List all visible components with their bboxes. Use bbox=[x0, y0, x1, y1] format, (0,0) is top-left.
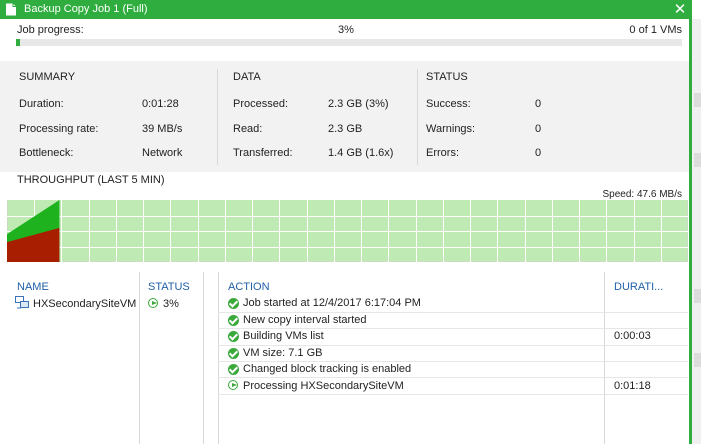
job-progress-bar bbox=[16, 39, 682, 46]
running-icon bbox=[228, 380, 238, 390]
duration-header[interactable]: DURATI... bbox=[614, 281, 663, 293]
job-progress-percent: 3% bbox=[338, 24, 354, 36]
check-icon bbox=[228, 348, 239, 359]
row-divider bbox=[218, 394, 688, 395]
check-icon bbox=[228, 364, 239, 375]
errors-value: 0 bbox=[535, 147, 542, 159]
title-bar: Backup Copy Job 1 (Full) ✕ bbox=[0, 0, 692, 19]
summary-title: SUMMARY bbox=[19, 71, 76, 83]
column-divider bbox=[604, 272, 605, 444]
processed-value: 2.3 GB (3%) bbox=[328, 98, 389, 110]
row-divider bbox=[218, 345, 688, 346]
row-divider bbox=[218, 377, 688, 378]
processing-rate-label: Processing rate: bbox=[19, 123, 99, 135]
read-value: 2.3 GB bbox=[328, 123, 363, 135]
vm-name-header[interactable]: NAME bbox=[17, 281, 49, 293]
column-divider bbox=[139, 272, 140, 444]
processing-rate-value: 39 MB/s bbox=[142, 123, 183, 135]
check-icon bbox=[228, 331, 239, 342]
row-divider bbox=[218, 328, 688, 329]
vm-row-status: 3% bbox=[163, 298, 179, 310]
action-row-text: Changed block tracking is enabled bbox=[243, 363, 412, 375]
errors-label: Errors: bbox=[426, 147, 459, 159]
transferred-value: 1.4 GB (1.6x) bbox=[328, 147, 394, 159]
action-row-text: Job started at 12/4/2017 6:17:04 PM bbox=[243, 297, 421, 309]
job-progress-label: Job progress: bbox=[17, 24, 84, 36]
status-title: STATUS bbox=[426, 71, 468, 83]
check-icon bbox=[228, 298, 239, 309]
action-header[interactable]: ACTION bbox=[228, 281, 270, 293]
close-icon[interactable]: ✕ bbox=[672, 0, 688, 19]
stats-divider bbox=[217, 69, 218, 165]
warnings-label: Warnings: bbox=[426, 123, 476, 135]
speed-annotation: Speed: 47.6 MB/s bbox=[603, 189, 683, 200]
chart-header-band bbox=[7, 186, 688, 200]
duration-value: 0:01:28 bbox=[142, 98, 179, 110]
details-panel bbox=[0, 268, 689, 444]
read-label: Read: bbox=[233, 123, 263, 135]
data-title: DATA bbox=[233, 71, 261, 83]
duration-label: Duration: bbox=[19, 98, 64, 110]
job-progress-fill bbox=[16, 39, 20, 46]
processed-label: Processed: bbox=[233, 98, 289, 110]
vm-status-header[interactable]: STATUS bbox=[148, 281, 190, 293]
action-row-text: New copy interval started bbox=[243, 314, 367, 326]
transferred-label: Transferred: bbox=[233, 147, 293, 159]
action-row-text: VM size: 7.1 GB bbox=[243, 347, 323, 359]
stats-divider bbox=[417, 69, 418, 165]
throughput-title: THROUGHPUT (LAST 5 MIN) bbox=[17, 174, 165, 186]
column-divider bbox=[203, 272, 204, 444]
warnings-value: 0 bbox=[535, 123, 542, 135]
success-value: 0 bbox=[535, 98, 542, 110]
running-icon bbox=[148, 298, 158, 308]
bottleneck-label: Bottleneck: bbox=[19, 147, 74, 159]
action-row-duration: 0:01:18 bbox=[614, 380, 651, 392]
background-window-strip bbox=[692, 19, 701, 444]
column-divider bbox=[218, 272, 219, 444]
check-icon bbox=[228, 315, 239, 326]
vm-row-name[interactable]: HXSecondarySiteVM bbox=[33, 298, 136, 310]
stats-panel: SUMMARY Duration: 0:01:28 Processing rat… bbox=[0, 61, 689, 172]
action-row-duration: 0:00:03 bbox=[614, 330, 651, 342]
document-icon bbox=[6, 3, 16, 16]
action-row-text: Building VMs list bbox=[243, 330, 324, 342]
throughput-chart-svg: Speed: 47.6 MB/s bbox=[6, 185, 689, 263]
job-progress-count: 0 of 1 VMs bbox=[629, 24, 682, 36]
row-divider bbox=[218, 361, 688, 362]
row-divider bbox=[218, 312, 688, 313]
bottleneck-value: Network bbox=[142, 147, 183, 159]
vm-icon bbox=[15, 296, 29, 309]
window-title: Backup Copy Job 1 (Full) bbox=[24, 3, 148, 15]
success-label: Success: bbox=[426, 98, 471, 110]
action-row-text: Processing HXSecondarySiteVM bbox=[243, 380, 404, 392]
throughput-chart: Speed: 47.6 MB/s bbox=[6, 185, 689, 263]
